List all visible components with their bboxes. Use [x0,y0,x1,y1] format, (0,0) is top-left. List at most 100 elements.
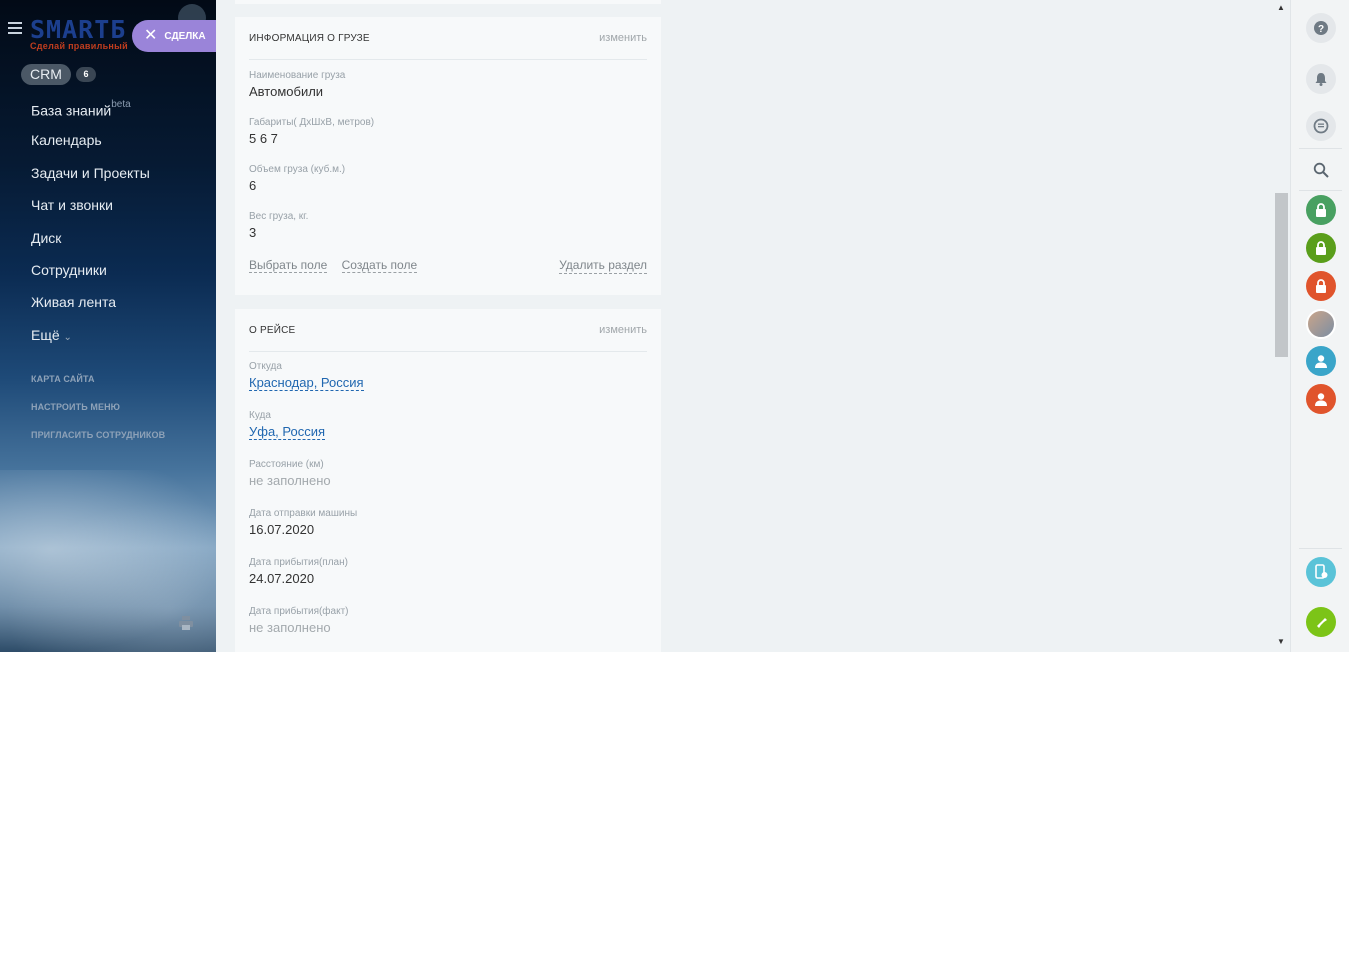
field-distance[interactable]: Расстояние (км) не заполнено [249,458,647,490]
field-volume[interactable]: Объем груза (куб.м.) 6 [249,163,647,195]
menu-burger-icon[interactable] [8,22,22,34]
field-value: 16.07.2020 [249,522,315,537]
field-value: 5 6 7 [249,131,278,146]
field-value: 3 [249,225,257,240]
sidebar-item-label: Задачи и Проекты [31,164,150,181]
sidebar-menu: База знанийbeta Календарь Задачи и Проек… [31,96,211,355]
field-value: Уфа, Россия [249,423,647,441]
user-icon[interactable] [1306,384,1336,414]
field-value: 6 [249,178,257,193]
close-icon: ✕ [144,27,158,44]
user-icon[interactable] [1306,346,1336,376]
sidebar-item-live-feed[interactable]: Живая лента [31,290,211,322]
main-content: ИНФОРМАЦИЯ О ГРУЗЕ изменить Наименование… [216,0,1290,652]
field-label: Дата прибытия(факт) [249,606,349,617]
create-field-link[interactable]: Создать поле [341,258,418,273]
sidebar-item-crm[interactable]: CRM [21,64,71,85]
sidebar-links: КАРТА САЙТА НАСТРОИТЬ МЕНЮ ПРИГЛАСИТЬ СО… [31,370,165,454]
field-value: не заполнено [249,473,331,488]
sidebar-item-calendar[interactable]: Календарь [31,128,211,160]
field-label: Вес груза, кг. [249,211,309,222]
deal-badge-label: СДЕЛКА [164,30,206,42]
left-sidebar: SMARTБ Сделай правильный ✕ СДЕЛКА CRM 6 … [0,0,216,652]
field-weight[interactable]: Вес груза, кг. 3 [249,210,647,242]
help-icon[interactable]: ? [1306,13,1336,43]
edit-trip-button[interactable]: изменить [599,324,647,336]
previous-card-edge [235,0,661,4]
company-logo[interactable]: SMARTБ Сделай правильный [30,15,128,52]
card-title: О РЕЙСЕ [249,324,296,336]
card-header: ИНФОРМАЦИЯ О ГРУЗЕ изменить [249,17,647,60]
toolbar-divider [1299,148,1342,149]
field-value: 24.07.2020 [249,571,315,586]
right-toolbar: ? [1290,0,1349,652]
sidebar-item-label: Сотрудники [31,261,107,278]
chat-icon[interactable] [1306,111,1336,141]
to-location-link[interactable]: Уфа, Россия [249,424,326,440]
scrollbar-thumb[interactable] [1275,193,1288,357]
mobile-icon[interactable] [1306,557,1336,587]
sidebar-item-employees[interactable]: Сотрудники [31,258,211,290]
crm-counter-badge: 6 [76,67,96,82]
sidebar-item-label: Календарь [31,132,102,149]
field-departure-date[interactable]: Дата отправки машины 16.07.2020 [249,507,647,539]
scroll-up-arrow-icon[interactable]: ▲ [1276,3,1286,12]
delete-section-link[interactable]: Удалить раздел [559,258,647,274]
field-label: Дата прибытия(план) [249,557,348,568]
edit-cargo-button[interactable]: изменить [599,32,647,44]
field-from[interactable]: Откуда Краснодар, Россия [249,360,647,392]
phone-icon[interactable] [1306,607,1336,637]
card-actions: Выбрать поле Создать поле Удалить раздел [249,258,647,274]
toolbar-divider [1299,190,1342,191]
from-location-link[interactable]: Краснодар, Россия [249,375,364,391]
lock-icon[interactable] [1306,233,1336,263]
cargo-info-card: ИНФОРМАЦИЯ О ГРУЗЕ изменить Наименование… [235,17,661,295]
bell-icon[interactable] [1306,64,1336,94]
app-window: SMARTБ Сделай правильный ✕ СДЕЛКА CRM 6 … [0,0,1349,652]
beta-tag: beta [111,99,131,110]
sidebar-item-more[interactable]: Ещё ⌄ [31,323,211,355]
card-title: ИНФОРМАЦИЯ О ГРУЗЕ [249,32,370,44]
svg-text:?: ? [1318,24,1324,35]
sidebar-item-tasks[interactable]: Задачи и Проекты [31,161,211,193]
logo-tagline: Сделай правильный [30,41,128,51]
sidebar-item-label: Живая лента [31,294,117,311]
select-field-link[interactable]: Выбрать поле [249,258,328,273]
sidebar-item-disk[interactable]: Диск [31,226,211,258]
sidebar-item-knowledge-base[interactable]: База знанийbeta [31,96,211,128]
sidebar-item-label: Ещё [31,326,60,343]
field-label: Дата отправки машины [249,508,358,519]
field-cargo-name[interactable]: Наименование груза Автомобили [249,69,647,101]
logo-text: SMARTБ [30,15,127,44]
field-value: Автомобили [249,84,324,99]
sidebar-item-label: Диск [31,229,62,246]
printer-icon[interactable] [179,615,193,631]
search-icon[interactable] [1306,155,1336,185]
lock-icon[interactable] [1306,271,1336,301]
field-value: Краснодар, Россия [249,374,647,392]
field-dimensions[interactable]: Габариты( ДхШхВ, метров) 5 6 7 [249,116,647,148]
field-label: Расстояние (км) [249,459,324,470]
field-label: Габариты( ДхШхВ, метров) [249,117,375,128]
toolbar-divider [1299,548,1342,549]
field-label: Куда [249,410,271,421]
field-arrival-fact[interactable]: Дата прибытия(факт) не заполнено [249,605,647,637]
field-label: Наименование груза [249,70,346,81]
chevron-down-icon: ⌄ [63,331,72,343]
sidebar-item-label: Чат и звонки [31,197,113,214]
lock-icon[interactable] [1306,195,1336,225]
invite-employees-link[interactable]: ПРИГЛАСИТЬ СОТРУДНИКОВ [31,426,165,454]
sidebar-item-label: База знаний [31,102,112,119]
field-label: Объем груза (куб.м.) [249,164,346,175]
field-value: не заполнено [249,620,331,635]
scroll-down-arrow-icon[interactable]: ▼ [1276,637,1286,646]
group-avatar[interactable] [1306,309,1336,339]
field-arrival-plan[interactable]: Дата прибытия(план) 24.07.2020 [249,556,647,588]
sidebar-item-chat[interactable]: Чат и звонки [31,193,211,225]
field-label: Откуда [249,361,282,372]
close-deal-button[interactable]: ✕ СДЕЛКА [132,20,216,52]
configure-menu-link[interactable]: НАСТРОИТЬ МЕНЮ [31,398,165,426]
trip-info-card: О РЕЙСЕ изменить Откуда Краснодар, Росси… [235,309,661,652]
field-to[interactable]: Куда Уфа, Россия [249,409,647,441]
sitemap-link[interactable]: КАРТА САЙТА [31,370,165,398]
